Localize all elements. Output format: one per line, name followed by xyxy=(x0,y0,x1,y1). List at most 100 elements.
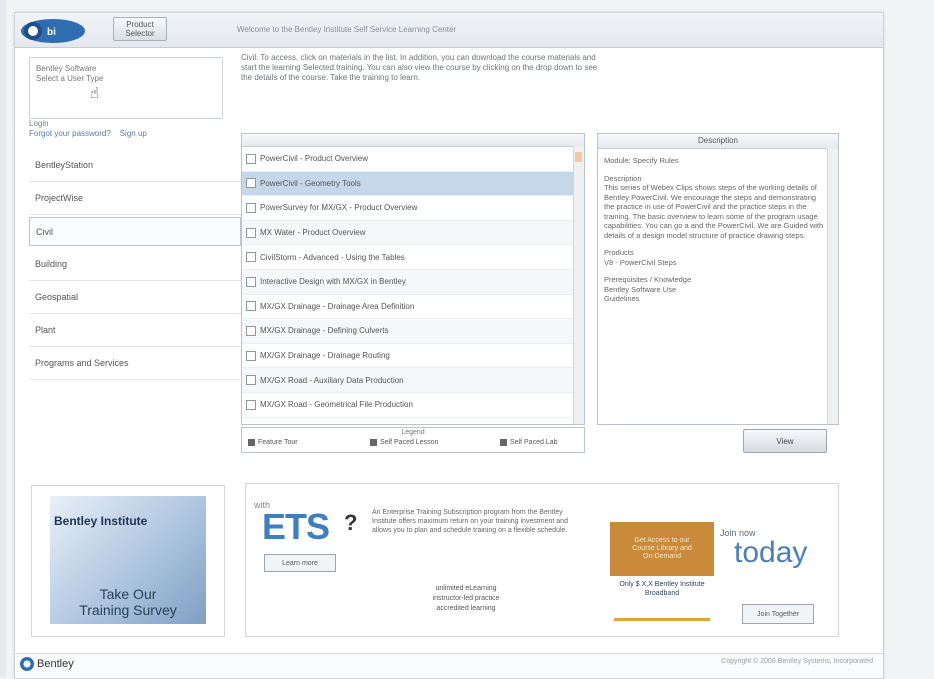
survey-promo[interactable]: Bentley Institute Take Our Training Surv… xyxy=(31,485,225,637)
feature-tour-icon xyxy=(248,439,255,446)
ets-bullets: unlimited eLearning instructor-led pract… xyxy=(386,584,546,614)
login-label: Bentley Software xyxy=(36,64,97,73)
lab-icon xyxy=(500,439,507,446)
nav-item-plant[interactable]: Plant xyxy=(29,314,241,347)
legend-self-paced-lesson: Self Paced Lesson xyxy=(370,439,438,446)
hand-cursor-icon: ☝ xyxy=(90,85,100,102)
course-row[interactable]: CivilStorm - Advanced - Using the Tables xyxy=(242,245,584,270)
login-panel: Bentley Software Select a User Type ☝ xyxy=(29,57,223,119)
ets-logo: ETS xyxy=(262,506,330,547)
scroll-thumb[interactable] xyxy=(575,152,582,162)
bentley-logo-icon[interactable]: bi xyxy=(19,17,87,45)
course-row[interactable]: PowerCivil - Product Overview xyxy=(242,147,584,172)
checkbox[interactable] xyxy=(246,399,256,410)
description-heading: Description xyxy=(604,173,642,183)
product-selector-button[interactable]: Product Selector xyxy=(113,17,167,41)
course-row[interactable]: PowerSurvey for MX/GX - Product Overview xyxy=(242,196,584,221)
course-row[interactable]: MX/GX Road - Auxiliary Data Production xyxy=(242,368,584,393)
nav-item-bentleystation[interactable]: BentleyStation xyxy=(29,149,241,182)
course-row[interactable]: Interactive Design with MX/GX in Bentley xyxy=(242,269,584,295)
login-links: Login Forgot your password? Sign up xyxy=(29,119,147,139)
course-list-header xyxy=(242,134,584,147)
nav-item-geospatial[interactable]: Geospatial xyxy=(29,281,241,314)
intro-text: Civil. To access, click on materials in … xyxy=(241,53,598,82)
description-scrollbar[interactable] xyxy=(827,148,838,424)
bullet-item: instructor-led practice xyxy=(432,595,500,602)
prereq-value: Bentley Software Use xyxy=(604,284,677,294)
products-label: Products xyxy=(604,248,634,257)
banner-accent-bar xyxy=(614,618,710,621)
username-field[interactable]: Select a User Type xyxy=(36,74,103,84)
course-row[interactable]: MX/GX Road - Geometrical File Production xyxy=(242,393,584,418)
nav-item-civil[interactable]: Civil xyxy=(29,217,241,246)
forgot-password-link[interactable]: Forgot your password? xyxy=(29,129,111,138)
bullet-item: unlimited eLearning xyxy=(435,585,497,592)
view-button[interactable]: View xyxy=(743,429,827,453)
checkbox[interactable] xyxy=(246,350,256,361)
checkbox[interactable] xyxy=(246,276,256,287)
banner-line: Get Access to our xyxy=(634,537,690,544)
checkbox[interactable] xyxy=(246,153,256,164)
course-title: MX/GX Drainage - Defining Culverts xyxy=(260,326,389,336)
banner-line: Course Library and xyxy=(632,545,692,552)
welcome-text: Welcome to the Bentley Institute Self Se… xyxy=(237,25,457,34)
course-title: PowerCivil - Geometry Tools xyxy=(260,178,361,188)
page-frame: bi Product Selector Welcome to the Bentl… xyxy=(14,12,884,679)
course-rows: PowerCivil - Product Overview PowerCivil… xyxy=(242,147,584,418)
course-title: Interactive Design with MX/GX in Bentley xyxy=(260,277,406,287)
prereq-label: Prerequisites / Knowledge xyxy=(604,275,692,284)
ets-description: An Enterprise Training Subscription prog… xyxy=(372,509,568,534)
promo-brand: Bentley Institute xyxy=(54,514,148,528)
broadband-banner[interactable]: Get Access to our Course Library and On-… xyxy=(610,522,714,576)
description-header: Description xyxy=(598,134,838,149)
signup-link[interactable]: Sign up xyxy=(120,129,147,138)
course-title: PowerCivil - Product Overview xyxy=(260,154,369,164)
learn-more-button[interactable]: Learn more xyxy=(264,554,336,572)
bullet-item: accredited learning xyxy=(436,605,496,612)
course-row[interactable]: MX Water - Product Overview xyxy=(242,220,584,246)
copyright-text: Copyright © 2008 Bentley Systems, Incorp… xyxy=(721,658,873,665)
course-title: MX/GX Drainage - Drainage Routing xyxy=(260,351,390,361)
course-row[interactable]: MX/GX Drainage - Defining Culverts xyxy=(242,319,584,344)
register-button[interactable]: Join Together xyxy=(742,604,814,624)
question-mark-icon: ? xyxy=(344,510,358,535)
ets-promo: with ETS ? Learn more An Enterprise Trai… xyxy=(245,483,839,637)
course-title: MX Water - Product Overview xyxy=(260,228,366,238)
legend-feature-tour: Feature Tour xyxy=(248,439,298,446)
window-edge xyxy=(0,0,6,677)
checkbox[interactable] xyxy=(246,325,256,336)
module-title: Module: Specify Rules xyxy=(604,156,679,165)
description-body: Module: Specify Rules Description This s… xyxy=(604,156,824,304)
login-hint: Login xyxy=(29,119,49,128)
course-row[interactable]: MX/GX Drainage - Drainage Routing xyxy=(242,344,584,369)
checkbox[interactable] xyxy=(246,375,256,386)
description-text: This series of Webex Clips shows steps o… xyxy=(604,183,824,240)
checkbox[interactable] xyxy=(246,178,256,189)
nav-item-building[interactable]: Building xyxy=(29,248,241,281)
survey-caption: Take Our Training Survey xyxy=(50,586,206,618)
checkbox[interactable] xyxy=(246,227,256,238)
lesson-icon xyxy=(370,439,377,446)
footer-logo[interactable]: Bentley xyxy=(19,656,74,672)
banner-line: On-Demand xyxy=(642,553,682,560)
course-title: MX/GX Road - Auxiliary Data Production xyxy=(260,375,404,385)
checkbox[interactable] xyxy=(246,301,256,312)
today-text: today xyxy=(734,536,808,569)
checkbox[interactable] xyxy=(246,202,256,213)
course-title: MX/GX Road - Geometrical File Production xyxy=(260,400,413,410)
survey-line1: Take Our xyxy=(99,586,157,602)
nav-item-programs-services[interactable]: Programs and Services xyxy=(29,347,241,380)
description-panel: Description Module: Specify Rules Descri… xyxy=(597,133,839,425)
products-value: V8 - PowerCivil Steps xyxy=(604,257,677,267)
course-list-scrollbar[interactable] xyxy=(573,146,584,424)
legend-self-paced-lab: Self Paced Lab xyxy=(500,439,557,446)
checkbox[interactable] xyxy=(246,252,256,263)
course-row[interactable]: MX/GX Drainage - Drainage Area Definitio… xyxy=(242,295,584,320)
survey-line2: Training Survey xyxy=(79,602,177,618)
course-row[interactable]: PowerCivil - Geometry Tools xyxy=(242,171,584,197)
footer-brand: Bentley xyxy=(37,658,74,670)
nav-item-projectwise[interactable]: ProjectWise xyxy=(29,182,241,215)
legend-label: Self Paced Lab xyxy=(510,439,558,446)
svg-text:bi: bi xyxy=(47,27,56,38)
legend-title: Legend xyxy=(401,429,425,436)
